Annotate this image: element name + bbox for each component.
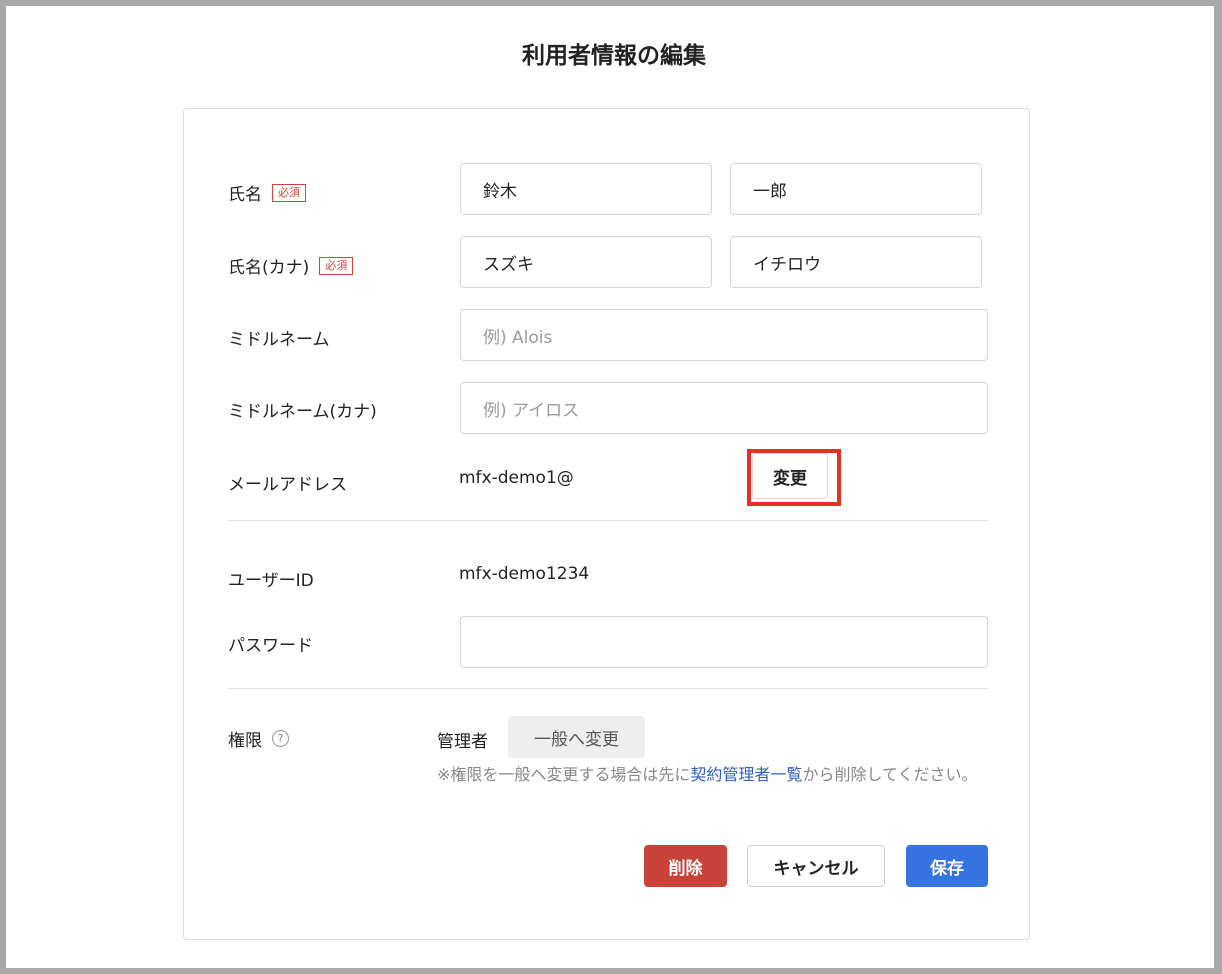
password-label: パスワード [228,636,313,656]
name-label: 氏名 必須 [228,180,306,205]
middle-name-input[interactable]: 例) Alois [460,309,988,361]
contract-admin-list-link[interactable]: 契約管理者一覧 [690,765,802,784]
user-id-value: mfx-demo1234 [459,564,590,584]
required-badge: 必須 [272,183,306,202]
delete-button[interactable]: 削除 [644,845,727,887]
highlight-box [747,449,841,506]
role-label: 権限 ? [228,726,289,751]
email-value: mfx-demo1@ [459,468,574,488]
first-name-kana-input[interactable]: イチロウ [730,236,982,288]
last-name-kana-input[interactable]: スズキ [460,236,712,288]
role-note: ※権限を一般へ変更する場合は先に契約管理者一覧から削除してください。 [437,760,997,789]
role-note-prefix: ※権限を一般へ変更する場合は先に [437,765,691,784]
last-name-input[interactable]: 鈴木 [460,163,712,215]
middle-name-kana-input[interactable]: 例) アイロス [460,382,988,434]
question-circle-icon[interactable]: ? [272,730,289,747]
save-button[interactable]: 保存 [906,845,988,887]
password-input[interactable] [460,616,988,668]
middle-name-label: ミドルネーム [228,330,330,350]
first-name-input[interactable]: 一郎 [730,163,982,215]
name-kana-label-text: 氏名(カナ) [228,258,310,278]
role-label-text: 権限 [228,731,262,751]
divider [228,520,988,521]
page-title: 利用者情報の編集 [522,43,706,69]
divider [228,688,988,689]
name-label-text: 氏名 [228,185,262,205]
role-value: 管理者 [437,732,488,752]
email-label: メールアドレス [228,475,347,495]
cancel-button[interactable]: キャンセル [747,845,885,887]
form-card [183,108,1030,940]
required-badge: 必須 [319,256,354,275]
user-id-label: ユーザーID [228,571,314,591]
name-kana-label: 氏名(カナ) 必須 [228,253,354,278]
role-note-suffix: から削除してください。 [802,765,978,784]
middle-name-kana-label: ミドルネーム(カナ) [228,402,377,422]
change-to-general-button[interactable]: 一般へ変更 [508,716,645,758]
